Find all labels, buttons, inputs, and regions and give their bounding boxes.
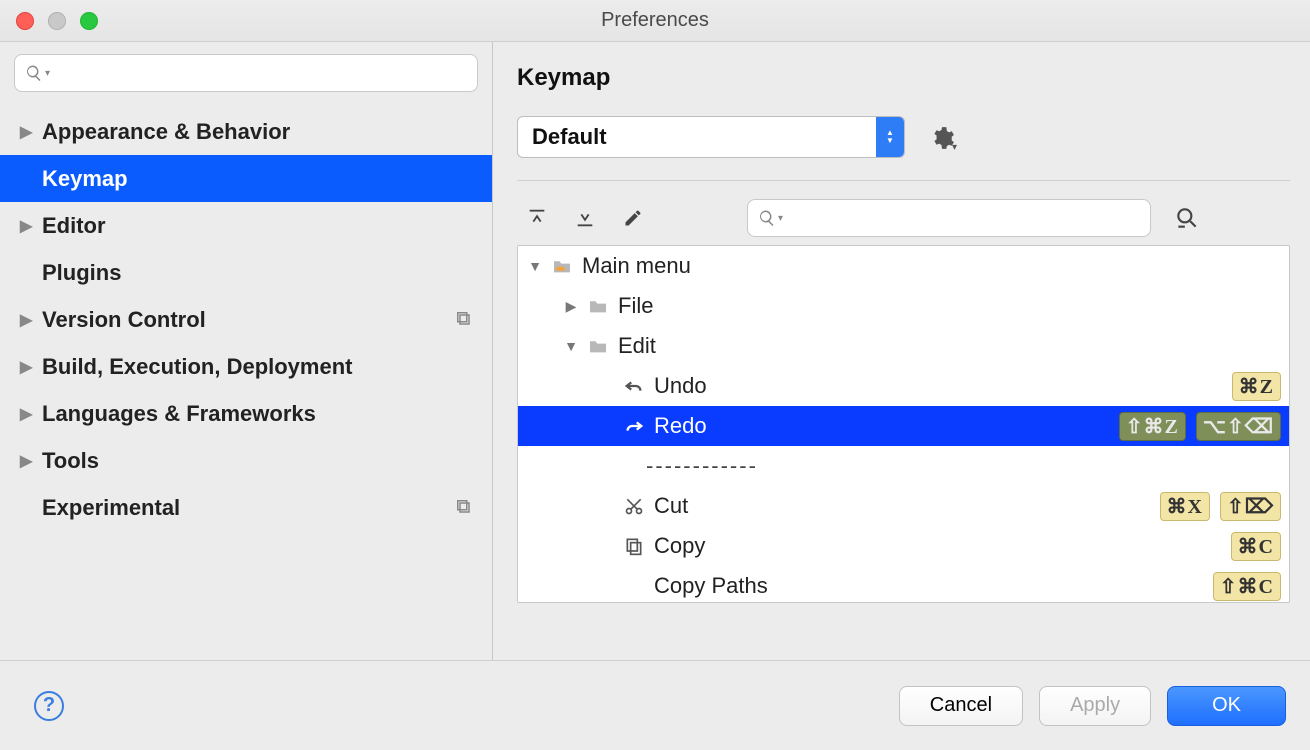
disclosure-arrow-icon: ▶ xyxy=(562,298,580,315)
project-level-icon xyxy=(454,307,472,333)
disclosure-arrow-icon: ▶ xyxy=(20,357,34,377)
disclosure-arrow-icon: ▶ xyxy=(20,310,34,330)
tree-folder-file[interactable]: ▶ File xyxy=(518,286,1289,326)
shortcut-badge: ⇧⌦ xyxy=(1220,492,1281,521)
tree-action-undo[interactable]: Undo⌘Z xyxy=(518,366,1289,406)
search-dropdown-caret: ▾ xyxy=(778,213,783,224)
collapse-all-button[interactable] xyxy=(565,202,605,234)
tree-separator: ------------ xyxy=(518,446,1289,486)
keymap-scheme-value: Default xyxy=(532,124,607,150)
tree-action-copy-paths[interactable]: Copy Paths⇧⌘C xyxy=(518,566,1289,603)
sidebar-item-label: Experimental xyxy=(42,495,180,521)
help-button[interactable]: ? xyxy=(34,691,64,721)
titlebar: Preferences xyxy=(0,0,1310,42)
preferences-content: Keymap Default ▾ ▾ xyxy=(493,42,1310,660)
tree-label: Cut xyxy=(654,493,1160,519)
disclosure-arrow-icon: ▶ xyxy=(20,216,34,236)
keymap-tree[interactable]: ▼ Main menu ▶ File ▼ Edit Undo⌘Z Redo⇧⌘Z ⌥⇧⌫ ----… xyxy=(517,245,1290,603)
chevron-down-icon: ▾ xyxy=(952,142,957,153)
redo-icon xyxy=(622,415,646,437)
sidebar-item-label: Appearance & Behavior xyxy=(42,119,290,145)
disclosure-arrow-icon: ▶ xyxy=(20,451,34,471)
shortcut-badge: ⌘Z xyxy=(1232,372,1281,401)
divider xyxy=(517,180,1290,181)
undo-icon xyxy=(622,375,646,397)
sidebar-item-tools[interactable]: ▶ Tools xyxy=(0,437,492,484)
tree-label: Edit xyxy=(618,333,1281,359)
scheme-actions-button[interactable]: ▾ xyxy=(929,125,953,149)
sidebar-item-keymap[interactable]: ▶Keymap xyxy=(0,155,492,202)
sidebar-item-build-execution-deployment[interactable]: ▶ Build, Execution, Deployment xyxy=(0,343,492,390)
disclosure-arrow-icon: ▼ xyxy=(562,338,580,354)
keymap-scheme-select[interactable]: Default xyxy=(517,116,905,158)
pencil-icon xyxy=(623,208,643,228)
separator-text: ------------ xyxy=(646,453,758,479)
shortcut-badge: ⇧⌘Z xyxy=(1119,412,1186,441)
cut-icon xyxy=(622,496,646,516)
tree-label: Copy Paths xyxy=(654,573,1213,599)
sidebar-item-label: Editor xyxy=(42,213,106,239)
search-icon xyxy=(758,209,776,227)
ok-button[interactable]: OK xyxy=(1167,686,1286,726)
shortcut-badge: ⌥⇧⌫ xyxy=(1196,412,1281,441)
dialog-footer: ? Cancel Apply OK xyxy=(0,660,1310,750)
expand-all-icon xyxy=(526,207,548,229)
page-title: Keymap xyxy=(517,64,1290,92)
window-title: Preferences xyxy=(0,9,1310,32)
sidebar-item-label: Languages & Frameworks xyxy=(42,401,316,427)
sidebar-item-label: Build, Execution, Deployment xyxy=(42,354,352,380)
find-by-shortcut-button[interactable] xyxy=(1167,205,1207,231)
tree-action-cut[interactable]: Cut⌘X ⇧⌦ xyxy=(518,486,1289,526)
find-shortcut-icon xyxy=(1174,205,1200,231)
tree-label: File xyxy=(618,293,1281,319)
shortcut-badge: ⇧⌘C xyxy=(1213,572,1281,601)
apply-button[interactable]: Apply xyxy=(1039,686,1151,726)
sidebar-item-label: Version Control xyxy=(42,307,206,333)
sidebar-item-experimental[interactable]: ▶Experimental xyxy=(0,484,492,531)
disclosure-arrow-icon: ▼ xyxy=(526,258,544,274)
copy-icon xyxy=(622,536,646,556)
tree-folder-edit[interactable]: ▼ Edit xyxy=(518,326,1289,366)
preferences-sidebar: ▾ ▶Appearance & Behavior▶Keymap▶Editor▶P… xyxy=(0,42,493,660)
tree-label: Main menu xyxy=(582,253,1281,279)
edit-shortcut-button[interactable] xyxy=(613,202,653,234)
folder-icon xyxy=(586,298,610,314)
tree-action-copy[interactable]: Copy⌘C xyxy=(518,526,1289,566)
tree-label: Undo xyxy=(654,373,1232,399)
folder-icon xyxy=(586,338,610,354)
folder-icon xyxy=(550,258,574,274)
search-icon xyxy=(25,64,43,82)
tree-folder-main-menu[interactable]: ▼ Main menu xyxy=(518,246,1289,286)
tree-label: Redo xyxy=(654,413,1119,439)
shortcuts: ⇧⌘Z ⌥⇧⌫ xyxy=(1119,412,1281,441)
sidebar-item-languages-frameworks[interactable]: ▶ Languages & Frameworks xyxy=(0,390,492,437)
disclosure-arrow-icon: ▶ xyxy=(20,122,34,142)
shortcuts: ⇧⌘C xyxy=(1213,572,1281,601)
dropdown-arrows-icon xyxy=(876,117,904,157)
disclosure-arrow-icon: ▶ xyxy=(20,404,34,424)
sidebar-item-label: Plugins xyxy=(42,260,121,286)
expand-all-button[interactable] xyxy=(517,202,557,234)
sidebar-item-editor[interactable]: ▶ Editor xyxy=(0,202,492,249)
shortcuts: ⌘C xyxy=(1231,532,1281,561)
search-dropdown-caret: ▾ xyxy=(45,68,50,79)
project-level-icon xyxy=(454,495,472,521)
shortcut-badge: ⌘X xyxy=(1160,492,1210,521)
sidebar-item-label: Tools xyxy=(42,448,99,474)
sidebar-item-version-control[interactable]: ▶ Version Control xyxy=(0,296,492,343)
sidebar-item-label: Keymap xyxy=(42,166,128,192)
keymap-search-input[interactable]: ▾ xyxy=(747,199,1151,237)
shortcuts: ⌘Z xyxy=(1232,372,1281,401)
shortcut-badge: ⌘C xyxy=(1231,532,1281,561)
sidebar-item-appearance-behavior[interactable]: ▶ Appearance & Behavior xyxy=(0,108,492,155)
collapse-all-icon xyxy=(574,207,596,229)
cancel-button[interactable]: Cancel xyxy=(899,686,1023,726)
sidebar-item-plugins[interactable]: ▶Plugins xyxy=(0,249,492,296)
settings-search-input[interactable]: ▾ xyxy=(14,54,478,92)
tree-action-redo[interactable]: Redo⇧⌘Z ⌥⇧⌫ xyxy=(518,406,1289,446)
shortcuts: ⌘X ⇧⌦ xyxy=(1160,492,1282,521)
tree-label: Copy xyxy=(654,533,1231,559)
